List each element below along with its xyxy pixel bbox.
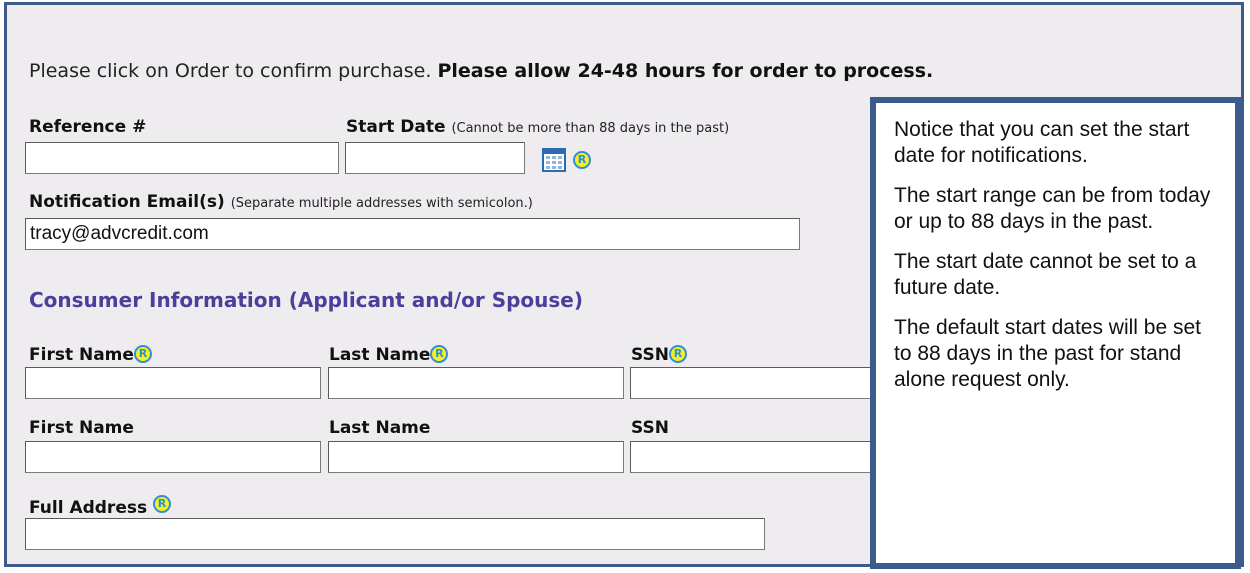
applicant-ssn-label: SSN xyxy=(631,345,669,365)
spouse-first-name-label: First Name xyxy=(29,418,134,438)
applicant-last-name-input[interactable] xyxy=(328,367,624,399)
applicant-first-name-label: First Name xyxy=(29,345,134,365)
applicant-first-name-label-row: First Name R xyxy=(29,345,152,365)
full-address-label: Full Address xyxy=(29,498,148,518)
notification-email-label-row: Notification Email(s) (Separate multiple… xyxy=(29,192,533,212)
spouse-ssn-input[interactable] xyxy=(630,441,880,473)
start-date-hint: (Cannot be more than 88 days in the past… xyxy=(451,121,730,136)
notification-email-label: Notification Email(s) xyxy=(29,192,225,212)
spouse-ssn-label: SSN xyxy=(631,418,669,438)
spouse-last-name-label: Last Name xyxy=(329,418,431,438)
spouse-last-name-input[interactable] xyxy=(328,441,624,473)
full-address-input[interactable] xyxy=(25,518,765,550)
applicant-last-name-label: Last Name xyxy=(329,345,431,365)
start-date-input[interactable] xyxy=(345,142,525,174)
required-icon: R xyxy=(133,345,152,363)
calendar-icon[interactable] xyxy=(542,148,566,172)
callout-paragraph: The start date cannot be set to a future… xyxy=(894,250,1197,299)
start-date-label-row: Start Date (Cannot be more than 88 days … xyxy=(346,117,729,137)
applicant-ssn-input[interactable] xyxy=(630,367,880,399)
applicant-first-name-input[interactable] xyxy=(25,367,321,399)
applicant-last-name-label-row: Last Name R xyxy=(329,345,449,365)
callout-paragraph: The start range can be from today or up … xyxy=(894,184,1211,233)
consumer-info-section-title: Consumer Information (Applicant and/or S… xyxy=(29,288,584,312)
reference-label: Reference # xyxy=(29,117,147,137)
reference-input[interactable] xyxy=(25,142,339,174)
required-icon: R xyxy=(668,345,687,363)
callout-paragraph: Notice that you can set the start date f… xyxy=(894,118,1190,167)
intro-processing-note: Please allow 24-48 hours for order to pr… xyxy=(437,60,934,82)
full-address-label-row: Full Address R xyxy=(29,495,172,518)
required-icon: R xyxy=(153,495,172,513)
callout-paragraph: The default start dates will be set to 8… xyxy=(894,316,1201,391)
intro-text: Please click on Order to confirm purchas… xyxy=(29,60,933,82)
intro-instruction: Please click on Order to confirm purchas… xyxy=(29,60,438,82)
required-icon: R xyxy=(430,345,449,363)
help-callout: Notice that you can set the start date f… xyxy=(870,97,1241,569)
spouse-first-name-input[interactable] xyxy=(25,441,321,473)
start-date-label: Start Date xyxy=(346,117,446,137)
notification-email-hint: (Separate multiple addresses with semico… xyxy=(230,196,533,211)
required-icon: R xyxy=(573,151,591,169)
applicant-ssn-label-row: SSN R xyxy=(631,345,687,365)
notification-email-input[interactable] xyxy=(25,218,800,250)
